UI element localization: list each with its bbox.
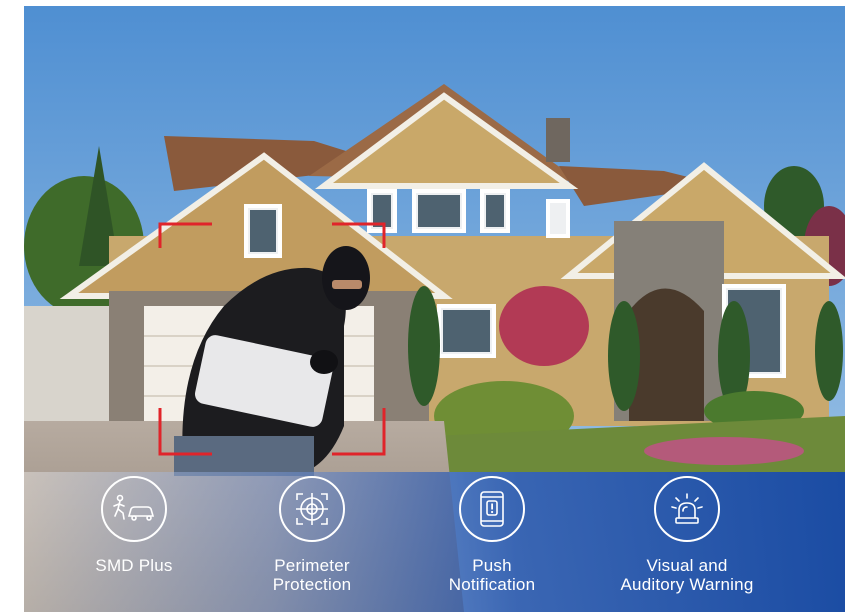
fence [24, 306, 109, 421]
feature-push-notification: Push Notification [402, 476, 582, 594]
shrub [408, 286, 440, 406]
flower-bed [644, 437, 804, 465]
balaclava [322, 246, 370, 310]
feature-icon-circle [279, 476, 345, 542]
maple-tree [499, 286, 589, 366]
feature-visual-auditory-warning: Visual and Auditory Warning [597, 476, 777, 594]
feature-icon-circle [101, 476, 167, 542]
eyes [332, 280, 362, 289]
feature-label: Perimeter Protection [272, 556, 352, 594]
feature-label: Push Notification [448, 556, 536, 594]
feature-icon-circle [459, 476, 525, 542]
jeans [174, 436, 314, 476]
chimney [546, 118, 570, 162]
shrub [815, 301, 843, 401]
feature-icon-circle [654, 476, 720, 542]
feature-label: SMD Plus [95, 556, 173, 575]
shrub [608, 301, 640, 411]
siren-icon [671, 493, 703, 524]
person-car-icon [113, 494, 155, 521]
phone-alert-icon [480, 491, 504, 527]
feature-perimeter-protection: Perimeter Protection [222, 476, 402, 594]
feature-smd-plus: SMD Plus [44, 476, 224, 575]
crosshair-icon [296, 493, 328, 525]
feature-label: Visual and Auditory Warning [620, 556, 754, 594]
front-door-arch [629, 288, 704, 421]
